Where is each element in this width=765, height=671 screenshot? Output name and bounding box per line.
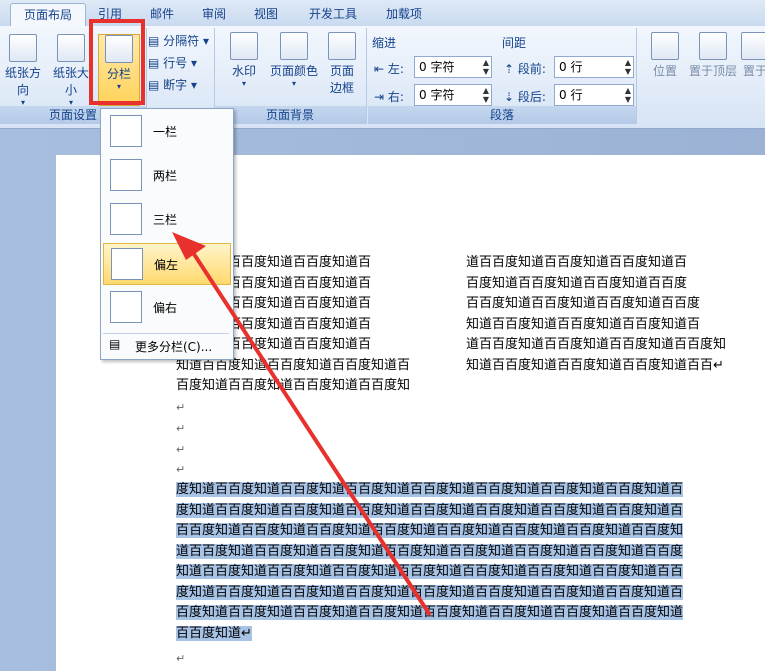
red-arrow xyxy=(172,232,432,617)
arrow-line xyxy=(188,246,432,617)
arrow-head xyxy=(172,232,206,260)
